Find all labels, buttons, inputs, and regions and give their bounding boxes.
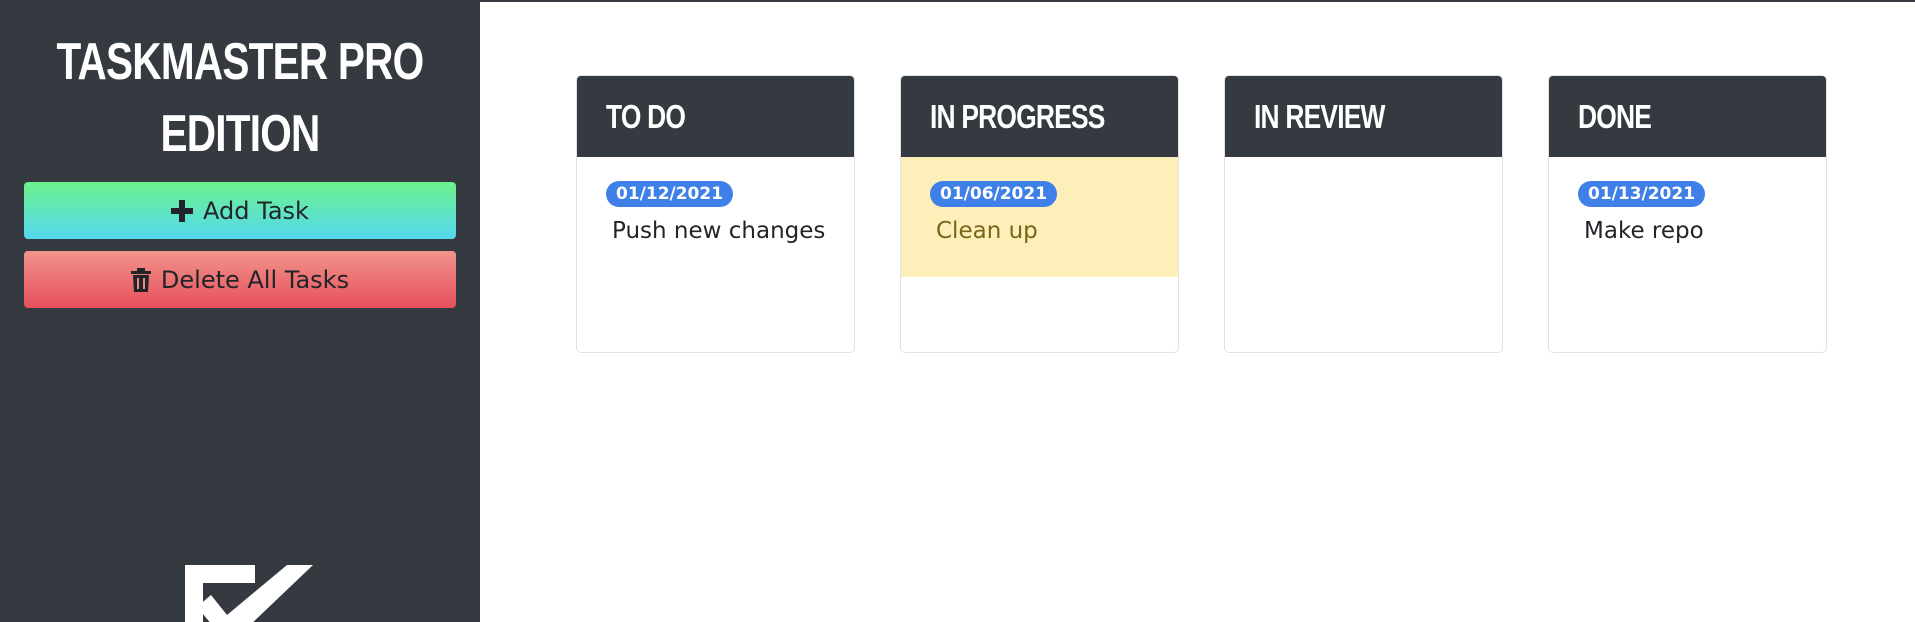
column-in-progress: IN PROGRESS 01/06/2021 Clean up	[900, 75, 1179, 353]
task-card[interactable]: 01/12/2021 Push new changes	[577, 157, 854, 267]
delete-all-tasks-button[interactable]: Delete All Tasks	[24, 251, 456, 308]
due-date-badge: 01/12/2021	[606, 181, 734, 207]
task-card[interactable]: 01/13/2021 Make repo	[1549, 157, 1826, 267]
task-text: Push new changes	[612, 218, 826, 244]
task-text: Make repo	[1584, 218, 1704, 244]
column-in-review: IN REVIEW	[1224, 75, 1503, 353]
column-done: DONE 01/13/2021 Make repo	[1548, 75, 1827, 353]
delete-all-tasks-label: Delete All Tasks	[160, 265, 350, 294]
due-date-badge: 01/06/2021	[930, 181, 1058, 207]
column-header: IN PROGRESS	[901, 76, 1178, 157]
trash-icon	[130, 267, 151, 292]
plus-icon	[171, 199, 194, 222]
add-task-label: Add Task	[203, 196, 309, 225]
sidebar: TASKMASTER PRO EDITION Add Task Delete A…	[0, 0, 480, 622]
column-to-do: TO DO 01/12/2021 Push new changes	[576, 75, 855, 353]
app-title: TASKMASTER PRO EDITION	[56, 33, 425, 163]
add-task-button[interactable]: Add Task	[24, 182, 456, 239]
column-header: IN REVIEW	[1225, 76, 1502, 157]
due-date-badge: 01/13/2021	[1578, 181, 1706, 207]
column-header: DONE	[1549, 76, 1826, 157]
column-header: TO DO	[577, 76, 854, 157]
task-card[interactable]: 01/06/2021 Clean up	[901, 157, 1178, 277]
checkbox-logo-icon	[165, 565, 315, 622]
task-text: Clean up	[936, 218, 1038, 244]
